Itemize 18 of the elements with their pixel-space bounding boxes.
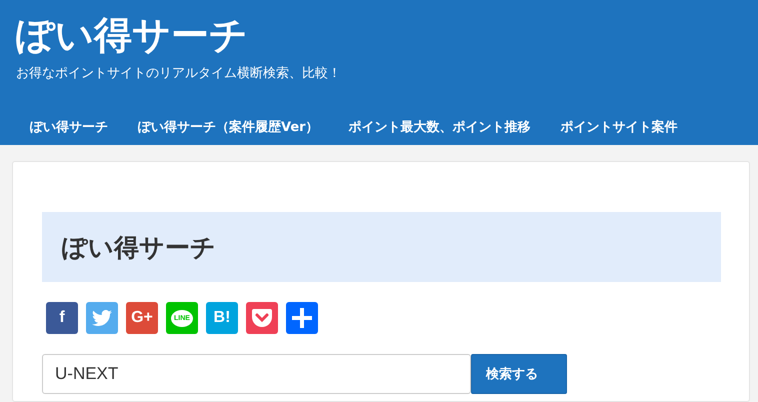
bird-icon	[92, 310, 112, 326]
share-button[interactable]	[246, 302, 278, 334]
nav-link[interactable]: ぽい得サーチ	[16, 118, 122, 136]
share-button[interactable]: f	[46, 302, 78, 334]
search-button[interactable]: 検索する	[471, 354, 567, 394]
plus-icon	[292, 308, 312, 328]
search-field[interactable]: U-NEXT	[42, 354, 471, 394]
share-button[interactable]	[286, 302, 318, 334]
share-button[interactable]	[86, 302, 118, 334]
page-heading: ぽい得サーチ	[42, 212, 721, 282]
share-button[interactable]: B!	[206, 302, 238, 334]
share-button[interactable]: G+	[126, 302, 158, 334]
nav-link[interactable]: ポイントサイト案件	[546, 118, 692, 136]
pocket-icon	[252, 309, 272, 327]
nav-link[interactable]: ポイント最大数、ポイント推移	[334, 118, 545, 136]
site-title[interactable]: ぽい得サーチ	[16, 10, 248, 60]
site-tagline: お得なポイントサイトのリアルタイム横断検索、比較！	[16, 65, 341, 82]
nav-link[interactable]: ぽい得サーチ（案件履歴Ver）	[124, 118, 333, 136]
